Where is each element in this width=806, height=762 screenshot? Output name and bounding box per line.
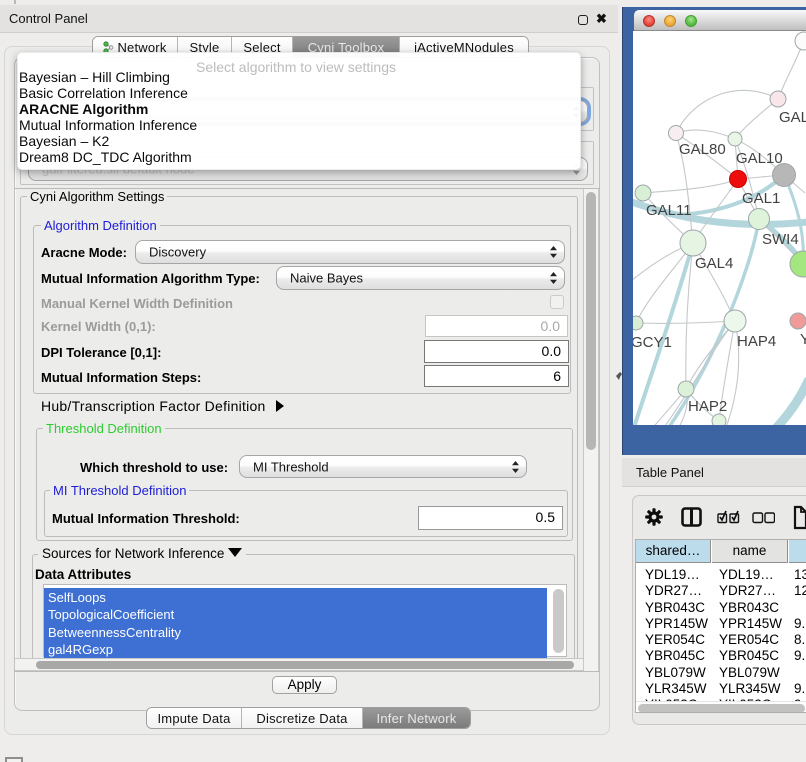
svg-text:SWI4: SWI4	[762, 231, 799, 248]
svg-text:HAP2: HAP2	[688, 398, 727, 415]
svg-text:GCY1: GCY1	[633, 334, 672, 351]
svg-text:GAL10: GAL10	[736, 150, 783, 167]
svg-text:GAL4: GAL4	[695, 255, 733, 272]
svg-text:GAL11: GAL11	[646, 202, 692, 219]
svg-text:HAP4: HAP4	[737, 333, 776, 350]
svg-text:GAL7: GAL7	[779, 109, 806, 126]
svg-text:GAL80: GAL80	[679, 141, 726, 158]
svg-text:Y: Y	[800, 331, 806, 348]
svg-text:GAL1: GAL1	[742, 190, 780, 207]
